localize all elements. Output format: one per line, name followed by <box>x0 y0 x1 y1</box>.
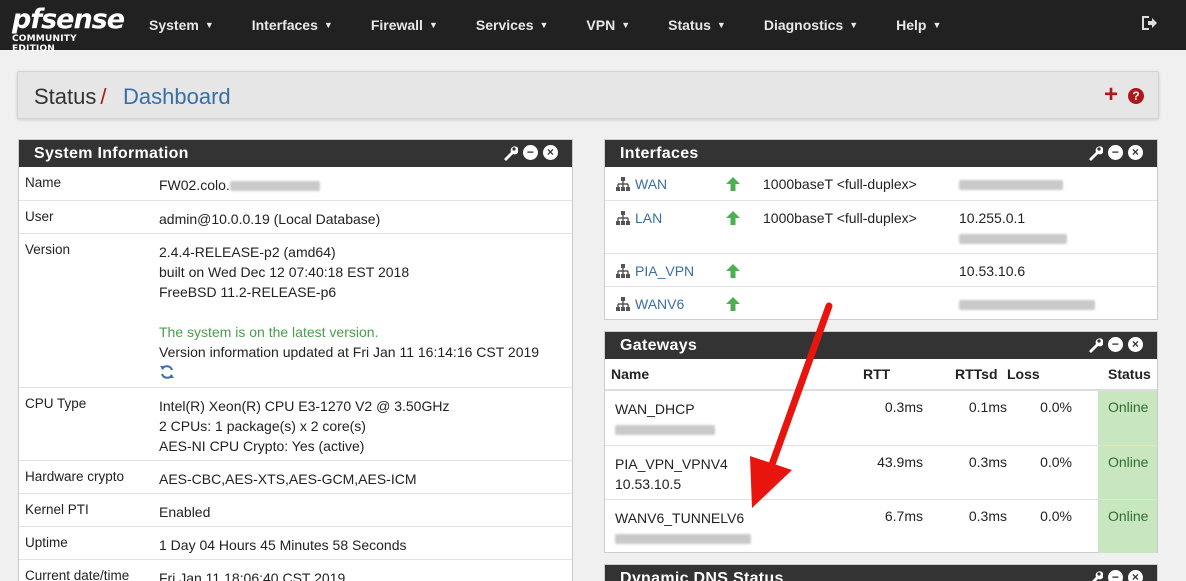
top-navbar: pfsense COMMUNITY EDITION System ▼ Interf… <box>0 0 1186 54</box>
minimize-icon[interactable]: − <box>1108 337 1123 352</box>
gateways-table-body: WAN_DHCP 0.3ms 0.1ms 0.0% Online PIA_VPN… <box>605 391 1157 553</box>
redacted-text <box>959 180 1063 191</box>
breadcrumb-actions: + ? <box>1104 83 1144 107</box>
table-row: PIA_VPN_VPNV4 10.53.10.5 43.9ms 0.3ms 0.… <box>605 445 1157 499</box>
panel-header: System Information − × <box>19 140 572 167</box>
interfaces-table: WAN 1000baseT <full-duplex> LAN 1000base… <box>605 167 1157 319</box>
menu-system[interactable]: System ▼ <box>130 0 233 50</box>
menu-interfaces[interactable]: Interfaces ▼ <box>233 0 352 50</box>
menu-services[interactable]: Services ▼ <box>457 0 568 50</box>
close-icon[interactable]: × <box>1128 337 1143 352</box>
breadcrumb-separator: / <box>100 84 107 109</box>
help-icon[interactable]: ? <box>1128 88 1144 104</box>
chevron-down-icon: ▼ <box>849 20 859 30</box>
wrench-icon[interactable] <box>502 145 518 161</box>
refresh-icon[interactable] <box>159 364 175 380</box>
close-icon[interactable]: × <box>1128 570 1143 581</box>
status-up-icon <box>726 297 740 311</box>
network-icon <box>616 177 630 191</box>
system-info-table: Name FW02.colo. User admin@10.0.0.19 (Lo… <box>19 167 572 581</box>
close-icon[interactable]: × <box>1128 145 1143 160</box>
status-badge: Online <box>1098 500 1157 553</box>
table-row: CPU Type Intel(R) Xeon(R) CPU E3-1270 V2… <box>19 387 572 460</box>
status-up-icon <box>726 211 740 225</box>
panel-header: Dynamic DNS Status − × <box>605 565 1157 581</box>
menu-diagnostics[interactable]: Diagnostics ▼ <box>745 0 877 50</box>
menu-firewall[interactable]: Firewall ▼ <box>352 0 457 50</box>
minimize-icon[interactable]: − <box>1108 570 1123 581</box>
status-badge: Online <box>1098 446 1157 499</box>
add-widget-icon[interactable]: + <box>1104 83 1118 107</box>
table-row: PIA_VPN 10.53.10.6 <box>605 253 1157 286</box>
table-row: WAN 1000baseT <full-duplex> <box>605 167 1157 200</box>
redacted-text <box>959 300 1095 311</box>
table-row: User admin@10.0.0.19 (Local Database) <box>19 200 572 233</box>
table-row: Current date/time Fri Jan 11 18:06:40 CS… <box>19 559 572 581</box>
table-row: WAN_DHCP 0.3ms 0.1ms 0.0% Online <box>605 391 1157 445</box>
interface-link-wan[interactable]: WAN <box>635 176 725 192</box>
table-row: Uptime 1 Day 04 Hours 45 Minutes 58 Seco… <box>19 526 572 559</box>
wrench-icon[interactable] <box>1087 145 1103 161</box>
menu-help[interactable]: Help ▼ <box>877 0 960 50</box>
interfaces-panel: Interfaces − × WAN 1000baseT <full-duple… <box>604 139 1158 320</box>
close-icon[interactable]: × <box>543 145 558 160</box>
logo-edition-text: COMMUNITY EDITION <box>12 34 77 54</box>
logout-icon[interactable] <box>1140 14 1158 32</box>
gateways-panel: Gateways − × Name RTT RTTsd Loss Status … <box>604 331 1158 553</box>
wrench-icon[interactable] <box>1087 337 1103 353</box>
chevron-down-icon: ▼ <box>323 20 333 30</box>
chevron-down-icon: ▼ <box>539 20 549 30</box>
network-icon <box>616 297 630 311</box>
panel-tools: − × <box>502 145 558 161</box>
chevron-down-icon: ▼ <box>204 20 214 30</box>
chevron-down-icon: ▼ <box>428 20 438 30</box>
panel-tools: − × <box>1087 570 1143 581</box>
table-row: Hardware crypto AES-CBC,AES-XTS,AES-GCM,… <box>19 460 572 493</box>
gateways-table-header: Name RTT RTTsd Loss Status <box>605 359 1157 391</box>
menu-vpn[interactable]: VPN ▼ <box>567 0 649 50</box>
table-row: Kernel PTI Enabled <box>19 493 572 526</box>
network-icon <box>616 264 630 278</box>
breadcrumb-page-link[interactable]: Dashboard <box>123 84 231 110</box>
minimize-icon[interactable]: − <box>523 145 538 160</box>
network-icon <box>616 211 630 225</box>
system-information-panel: System Information − × Name FW02.colo. U… <box>18 139 573 581</box>
panel-tools: − × <box>1087 145 1143 161</box>
panel-header: Interfaces − × <box>605 140 1157 167</box>
redacted-text <box>959 234 1067 245</box>
status-badge: Online <box>1098 391 1157 445</box>
table-row: Version 2.4.4-RELEASE-p2 (amd64) built o… <box>19 233 572 387</box>
panel-tools: − × <box>1087 337 1143 353</box>
interface-link-pia-vpn[interactable]: PIA_VPN <box>635 263 725 279</box>
chevron-down-icon: ▼ <box>932 20 942 30</box>
status-up-icon <box>726 264 740 278</box>
main-menu: System ▼ Interfaces ▼ Firewall ▼ Services ▼ … <box>130 0 960 50</box>
redacted-text <box>615 534 751 545</box>
version-status: The system is on the latest version. <box>159 324 379 340</box>
breadcrumb: Status / Dashboard + ? <box>17 71 1159 119</box>
pfsense-logo[interactable]: pfsense COMMUNITY EDITION <box>12 4 125 54</box>
menu-status[interactable]: Status ▼ <box>649 0 745 50</box>
minimize-icon[interactable]: − <box>1108 145 1123 160</box>
chevron-down-icon: ▼ <box>621 20 631 30</box>
redacted-text <box>615 425 715 436</box>
interface-link-wanv6[interactable]: WANV6 <box>635 296 725 312</box>
table-row: Name FW02.colo. <box>19 167 572 200</box>
logo-brand-text: pfsense <box>12 4 125 35</box>
wrench-icon[interactable] <box>1087 570 1103 581</box>
chevron-down-icon: ▼ <box>716 20 726 30</box>
breadcrumb-root: Status / <box>34 84 107 109</box>
interface-link-lan[interactable]: LAN <box>635 210 725 226</box>
dynamic-dns-panel: Dynamic DNS Status − × <box>604 564 1158 581</box>
table-row: WANV6 <box>605 286 1157 319</box>
panel-header: Gateways − × <box>605 332 1157 359</box>
table-row: LAN 1000baseT <full-duplex> 10.255.0.1 <box>605 200 1157 253</box>
table-row: WANV6_TUNNELV6 6.7ms 0.3ms 0.0% Online <box>605 499 1157 553</box>
redacted-text <box>229 181 320 192</box>
status-up-icon <box>726 177 740 191</box>
